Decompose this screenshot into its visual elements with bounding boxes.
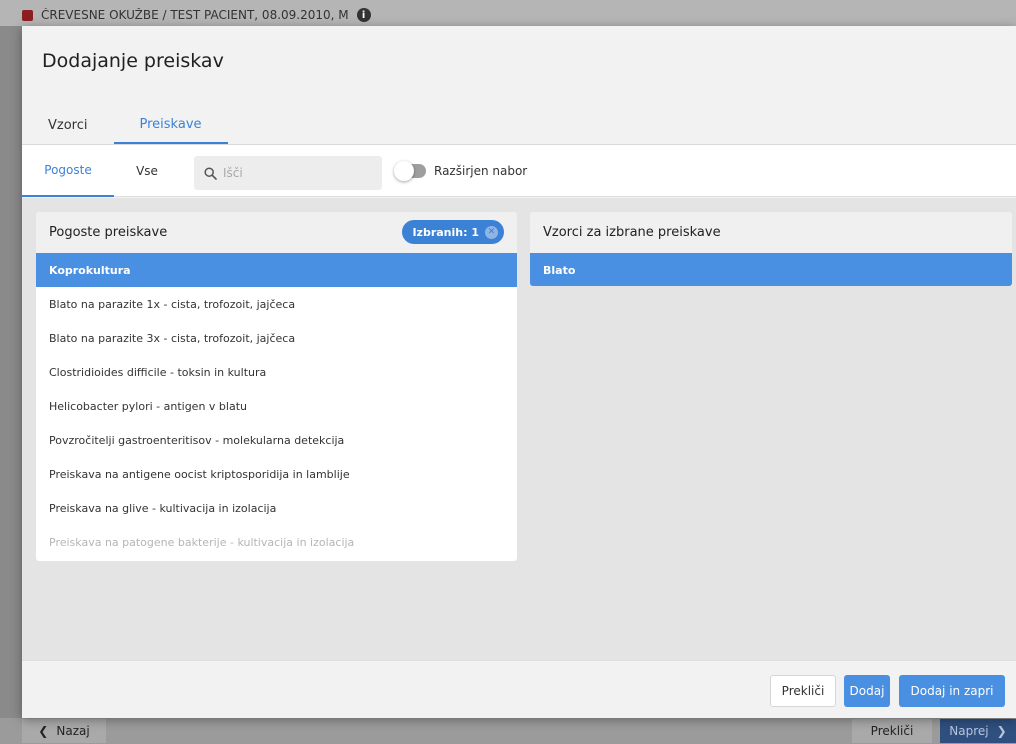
list-item-label: Blato na parazite 3x - cista, trofozoit,… (49, 331, 296, 345)
list-item-label: Preiskava na antigene oocist kriptospori… (49, 467, 350, 481)
search-icon (204, 166, 217, 180)
add-tests-dialog: Dodajanje preiskav Vzorci Preiskave Pogo… (22, 26, 1016, 718)
list-item[interactable]: Preiskava na glive - kultivacija in izol… (36, 491, 517, 525)
list-item[interactable]: Preiskava na antigene oocist kriptospori… (36, 457, 517, 491)
selected-samples-title: Vzorci za izbrane preiskave (543, 225, 721, 240)
module-marker-icon (22, 9, 33, 21)
list-item[interactable]: Blato na parazite 3x - cista, trofozoit,… (36, 321, 517, 355)
list-item-label: Povzročitelji gastroenteritisov - moleku… (49, 433, 345, 447)
sample-item[interactable]: Blato (530, 253, 1012, 286)
extended-set-toggle-wrap: Razširjen nabor (394, 145, 528, 197)
selected-samples-header: Vzorci za izbrane preiskave (530, 212, 1012, 253)
next-button[interactable]: Naprej ❯ (940, 719, 1016, 743)
add-and-close-label: Dodaj in zapri (910, 684, 994, 698)
filter-bar: Pogoste Vse Razširjen nabor (22, 145, 1016, 197)
dialog-title: Dodajanje preiskav (42, 50, 224, 72)
frequent-tests-header: Pogoste preiskave Izbranih: 1 ✕ (36, 212, 517, 253)
back-button[interactable]: ❮ Nazaj (22, 719, 106, 743)
list-item[interactable]: Preiskava na patogene bakterije - kultiv… (36, 525, 517, 559)
subtab-frequent[interactable]: Pogoste (22, 145, 114, 197)
chevron-right-icon: ❯ (996, 724, 1007, 738)
chevron-left-icon: ❮ (38, 724, 49, 738)
list-item-label: Clostridioides difficile - toksin in kul… (49, 365, 267, 379)
dialog-footer: Prekliči Dodaj Dodaj in zapri (22, 660, 1016, 718)
frequent-tests-panel: Pogoste preiskave Izbranih: 1 ✕ Koprokul… (36, 212, 517, 561)
add-and-close-button[interactable]: Dodaj in zapri (899, 675, 1005, 707)
dialog-tabs: Vzorci Preiskave (22, 106, 228, 144)
list-item-label: Blato na parazite 1x - cista, trofozoit,… (49, 297, 296, 311)
tab-samples[interactable]: Vzorci (22, 106, 114, 144)
frequent-tests-title: Pogoste preiskave (49, 225, 168, 240)
clear-selection-icon[interactable]: ✕ (485, 225, 498, 239)
subtab-all[interactable]: Vse (120, 145, 174, 197)
search-box (194, 156, 382, 190)
list-item[interactable]: Koprokultura (36, 253, 517, 287)
selected-count-label: Izbranih: 1 (412, 225, 479, 239)
selected-count-badge: Izbranih: 1 ✕ (402, 220, 504, 244)
dialog-content: Pogoste preiskave Izbranih: 1 ✕ Koprokul… (22, 198, 1016, 660)
extended-set-label: Razširjen nabor (434, 164, 528, 178)
sample-item-label: Blato (543, 263, 576, 277)
info-icon[interactable]: i (356, 8, 371, 22)
breadcrumb-text: ČREVESNE OKUŽBE / TEST PACIENT, 08.09.20… (41, 8, 349, 22)
background-cancel-label: Prekliči (870, 724, 914, 738)
background-cancel-button[interactable]: Prekliči (852, 719, 932, 743)
back-button-label: Nazaj (56, 724, 90, 738)
subtab-frequent-label: Pogoste (44, 163, 92, 177)
list-item[interactable]: Helicobacter pylori - antigen v blatu (36, 389, 517, 423)
extended-set-toggle[interactable] (394, 161, 426, 181)
list-item[interactable]: Clostridioides difficile - toksin in kul… (36, 355, 517, 389)
cancel-button-label: Prekliči (781, 684, 825, 698)
tab-tests[interactable]: Preiskave (113, 106, 228, 144)
cancel-button[interactable]: Prekliči (770, 675, 836, 707)
tab-tests-label: Preiskave (139, 116, 202, 132)
search-input[interactable] (223, 166, 373, 180)
add-button-label: Dodaj (849, 684, 885, 698)
list-item[interactable]: Blato na parazite 1x - cista, trofozoit,… (36, 287, 517, 321)
list-item[interactable]: Povzročitelji gastroenteritisov - moleku… (36, 423, 517, 457)
tab-samples-label: Vzorci (48, 117, 88, 133)
list-item-label: Preiskava na glive - kultivacija in izol… (49, 501, 277, 515)
list-item-label: Helicobacter pylori - antigen v blatu (49, 399, 247, 413)
add-button[interactable]: Dodaj (844, 675, 890, 707)
next-button-label: Naprej (949, 724, 989, 738)
list-item-label: Preiskava na patogene bakterije - kultiv… (49, 535, 355, 549)
subtab-all-label: Vse (136, 164, 158, 178)
background-breadcrumb: ČREVESNE OKUŽBE / TEST PACIENT, 08.09.20… (22, 8, 371, 22)
toggle-knob (394, 161, 414, 181)
list-item-label: Koprokultura (49, 263, 131, 277)
selected-samples-panel: Vzorci za izbrane preiskave Blato (530, 212, 1012, 286)
